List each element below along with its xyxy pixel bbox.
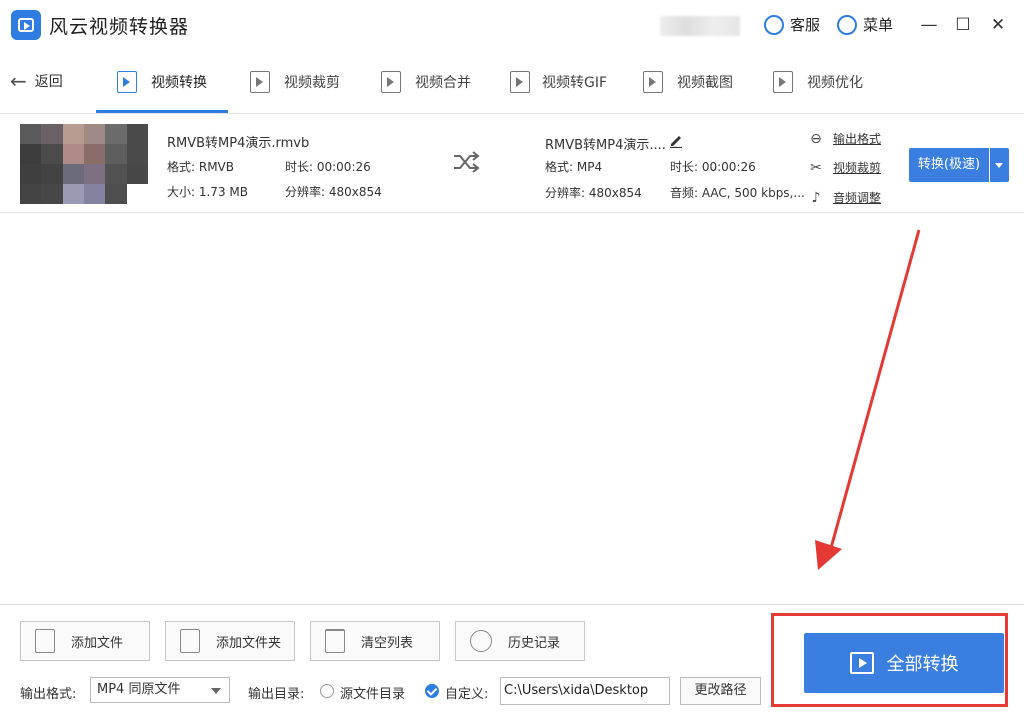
- output-format-link[interactable]: ⊖ 输出格式: [808, 130, 881, 147]
- user-account-blurred[interactable]: [660, 16, 740, 36]
- add-file-button[interactable]: 添加文件: [20, 621, 150, 661]
- scissors-icon: ✂: [810, 159, 822, 176]
- app-logo-icon: [11, 10, 41, 40]
- music-note-icon: ♪: [811, 189, 821, 206]
- video-crop-link-label: 视频裁剪: [833, 161, 882, 175]
- customer-service-button[interactable]: 客服: [764, 14, 820, 35]
- menu-label: 菜单: [863, 16, 894, 34]
- source-format: 格式: RMVB: [167, 160, 234, 174]
- play-icon: [849, 652, 874, 674]
- feature-nav-bar: ← 返回 视频转换 视频裁剪 视频合并 视频转GIF 视频截图 视频优化: [0, 50, 1024, 114]
- output-format-select[interactable]: MP4 同原文件: [90, 677, 230, 703]
- video-thumbnail: [20, 124, 148, 204]
- video-convert-icon: [117, 71, 137, 93]
- tab-video-crop[interactable]: 视频裁剪: [250, 68, 340, 96]
- add-file-label: 添加文件: [71, 635, 124, 651]
- maximize-button[interactable]: ☐: [952, 14, 974, 36]
- video-crop-icon: [250, 71, 270, 93]
- add-file-icon: [35, 629, 55, 653]
- audio-adjust-link-label: 音频调整: [833, 191, 882, 205]
- add-folder-label: 添加文件夹: [216, 635, 282, 651]
- back-arrow-icon: ←: [10, 69, 27, 93]
- tab-video-to-gif[interactable]: 视频转GIF: [510, 68, 607, 96]
- video-merge-icon: [381, 71, 401, 93]
- history-label: 历史记录: [508, 635, 561, 651]
- back-button[interactable]: ← 返回: [10, 71, 63, 91]
- source-resolution: 分辨率: 480x854: [285, 185, 382, 199]
- custom-dir-radio[interactable]: [425, 684, 439, 698]
- clock-icon: [470, 630, 492, 652]
- format-icon: ⊖: [810, 130, 822, 147]
- edit-name-icon[interactable]: [668, 132, 684, 148]
- source-file-name: RMVB转MP4演示.rmvb: [167, 136, 310, 151]
- history-button[interactable]: 历史记录: [455, 621, 585, 661]
- source-size: 大小: 1.73 MB: [167, 185, 248, 199]
- tab-video-merge[interactable]: 视频合并: [381, 68, 471, 96]
- menu-button[interactable]: 菜单: [837, 14, 893, 35]
- screenshot-icon: [643, 71, 663, 93]
- tab-label: 视频优化: [807, 75, 863, 91]
- output-dir-label: 输出目录:: [248, 687, 305, 702]
- tab-video-optimize[interactable]: 视频优化: [773, 68, 863, 96]
- clear-list-button[interactable]: 清空列表: [310, 621, 440, 661]
- customer-service-label: 客服: [790, 16, 821, 34]
- source-dir-label: 源文件目录: [340, 687, 406, 702]
- headset-icon: [764, 14, 784, 35]
- title-bar: 风云视频转换器 客服 菜单 — ☐ ✕: [0, 0, 1024, 50]
- output-audio: 音频: AAC, 500 kbps,...: [670, 186, 805, 200]
- audio-adjust-link[interactable]: ♪ 音频调整: [808, 189, 881, 206]
- trash-icon: [325, 629, 345, 653]
- close-button[interactable]: ✕: [987, 14, 1009, 36]
- tab-label: 视频转GIF: [542, 75, 608, 91]
- shuffle-icon: [454, 151, 480, 173]
- convert-dropdown-icon[interactable]: [990, 148, 1009, 182]
- add-folder-icon: [180, 629, 200, 653]
- minimize-button[interactable]: —: [918, 14, 940, 36]
- add-folder-button[interactable]: 添加文件夹: [165, 621, 295, 661]
- change-path-button[interactable]: 更改路径: [680, 677, 761, 705]
- convert-all-label: 全部转换: [886, 654, 959, 675]
- tab-label: 视频转换: [151, 75, 207, 91]
- output-path-input[interactable]: C:\Users\xida\Desktop: [500, 677, 670, 705]
- active-tab-indicator: [96, 110, 228, 113]
- convert-all-button[interactable]: 全部转换: [804, 633, 1004, 693]
- convert-fast-button[interactable]: 转换(极速): [909, 148, 989, 182]
- back-label: 返回: [34, 74, 63, 90]
- source-dir-radio[interactable]: [320, 684, 334, 698]
- tab-video-convert[interactable]: 视频转换: [117, 68, 207, 96]
- tab-label: 视频裁剪: [284, 75, 340, 91]
- output-format-label: 输出格式:: [20, 687, 77, 702]
- tab-video-screenshot[interactable]: 视频截图: [643, 68, 733, 96]
- app-title: 风云视频转换器: [49, 16, 190, 38]
- gif-icon: [510, 71, 530, 93]
- tab-label: 视频截图: [677, 75, 733, 91]
- output-format-link-label: 输出格式: [833, 132, 882, 146]
- menu-icon: [837, 14, 857, 35]
- tab-label: 视频合并: [415, 75, 471, 91]
- output-resolution: 分辨率: 480x854: [545, 186, 642, 200]
- output-duration: 时长: 00:00:26: [670, 160, 756, 174]
- output-file-name: RMVB转MP4演示....: [545, 138, 666, 153]
- optimize-icon: [773, 71, 793, 93]
- source-duration: 时长: 00:00:26: [285, 160, 371, 174]
- video-crop-link[interactable]: ✂ 视频裁剪: [808, 159, 881, 176]
- output-format: 格式: MP4: [545, 160, 603, 174]
- custom-dir-label: 自定义:: [445, 687, 489, 702]
- clear-list-label: 清空列表: [361, 635, 414, 651]
